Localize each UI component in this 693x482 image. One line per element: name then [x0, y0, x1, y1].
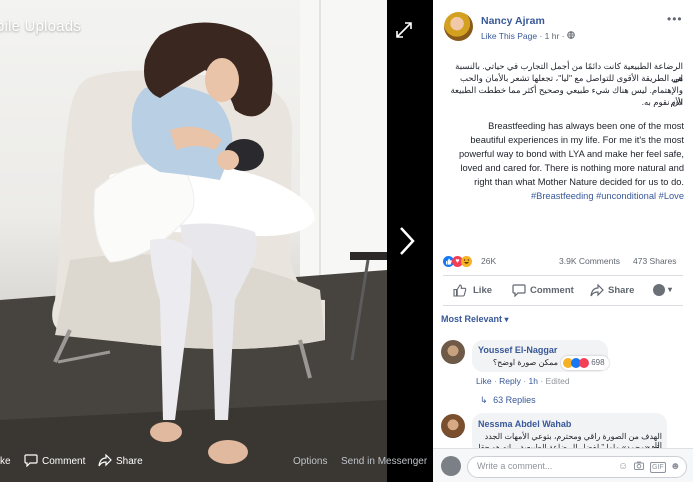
like-this-page-link[interactable]: Like This Page [481, 31, 537, 41]
reply-arrow-icon: ↳ [480, 395, 488, 405]
comment-time[interactable]: 1h [528, 376, 537, 386]
share-button[interactable]: Share [608, 285, 634, 296]
next-arrow-icon[interactable] [398, 226, 416, 261]
comment-reaction-count: 698 [591, 358, 605, 367]
comments-sort-label: Most Relevant [441, 314, 503, 324]
send-in-messenger-button[interactable]: Send in Messenger [341, 456, 427, 467]
comment-composer: Write a comment... ☺ GIF ☻ [433, 448, 693, 482]
hashtag-unconditional[interactable]: #unconditional [596, 191, 656, 201]
user-avatar [441, 456, 461, 476]
commenter-name[interactable]: Nessma Abdel Wahab [478, 419, 571, 429]
post-text-english: Breastfeeding has always been one of the… [452, 119, 684, 203]
hashtag-love[interactable]: #Love [659, 191, 684, 201]
photo-illustration [0, 0, 387, 482]
post-text-arabic-4: لأن نقوم به. [641, 97, 683, 107]
comment-like-link[interactable]: Like [476, 376, 492, 386]
expand-icon[interactable] [396, 22, 412, 43]
globe-icon [567, 31, 575, 41]
post-time[interactable]: 1 hr [545, 31, 560, 41]
share-icon[interactable] [98, 453, 112, 470]
viewer-action-bar: ke Comment Share Options Send in Messeng… [0, 446, 433, 482]
like-button[interactable]: Like [473, 285, 492, 296]
separator-dot: · [561, 31, 565, 41]
emoji-icon[interactable]: ☺ [618, 461, 628, 472]
shares-count[interactable]: 473 Shares [633, 256, 676, 266]
view-replies-link[interactable]: ↳ 63 Replies [480, 395, 536, 406]
post-actions-bar: Like Comment Share ▾ [433, 282, 693, 300]
page-name[interactable]: Nancy Ajram [481, 15, 545, 27]
post-english-body: Breastfeeding has always been one of the… [459, 121, 684, 187]
divider [443, 275, 683, 276]
viewer-like-button[interactable]: ke [0, 456, 11, 467]
reactions-summary: ♥ 26K 3.9K Comments 473 Shares [443, 255, 683, 269]
comment-icon[interactable] [512, 284, 526, 300]
comment-button[interactable]: Comment [530, 285, 574, 296]
comment-text: ممكن صورة اوضح؟ [492, 358, 558, 367]
separator-dot: · [539, 31, 543, 41]
haha-reaction-icon[interactable] [461, 256, 472, 267]
options-button[interactable]: Options [293, 456, 327, 467]
photo-viewer: bile Uploads ke Comment Share Options Se… [0, 0, 433, 482]
gif-icon[interactable]: GIF [650, 462, 666, 473]
post-text-arabic-2: هي الطريقة الأقوى للتواصل مع "ليا"، تجعل… [459, 73, 683, 83]
commenter-name[interactable]: Youssef El-Naggar [478, 345, 557, 355]
comment-reactions[interactable]: 698 [561, 356, 609, 370]
sticker-icon[interactable]: ☻ [670, 461, 681, 472]
comment-input[interactable]: Write a comment... ☺ GIF ☻ [467, 456, 687, 478]
post-side-panel: Nancy Ajram Like This Page · 1 hr · ••• … [433, 0, 693, 482]
commenter-avatar[interactable] [441, 414, 465, 438]
chevron-down-icon: ▾ [504, 315, 509, 324]
commenter-avatar[interactable] [441, 340, 465, 364]
viewer-comment-button[interactable]: Comment [42, 456, 85, 467]
comment-edited[interactable]: Edited [546, 376, 570, 386]
post-subline: Like This Page · 1 hr · [481, 31, 575, 41]
comment-reply-link[interactable]: Reply [499, 376, 521, 386]
reactions-count[interactable]: 26K [481, 256, 496, 266]
album-title[interactable]: bile Uploads [0, 18, 81, 35]
comments-count[interactable]: 3.9K Comments [559, 256, 620, 266]
chevron-down-icon[interactable]: ▾ [668, 285, 672, 294]
viewer-share-button[interactable]: Share [116, 456, 143, 467]
post-photo[interactable]: bile Uploads [0, 0, 387, 482]
actor-selector-avatar[interactable] [653, 284, 665, 296]
comment-input-placeholder: Write a comment... [477, 461, 553, 471]
share-icon[interactable] [590, 283, 604, 300]
divider [443, 305, 683, 306]
hashtag-breastfeeding[interactable]: #Breastfeeding [531, 191, 594, 201]
comments-sort-dropdown[interactable]: Most Relevant ▾ [441, 314, 509, 324]
camera-icon[interactable] [634, 461, 644, 473]
comment-icon[interactable] [24, 454, 38, 470]
like-icon[interactable] [453, 284, 467, 300]
comment-meta: Like · Reply · 1h · Edited [476, 376, 570, 386]
replies-count: 63 Replies [493, 395, 536, 405]
page-avatar[interactable] [444, 12, 473, 41]
more-options-icon[interactable]: ••• [667, 12, 683, 26]
love-reaction-icon [579, 357, 589, 368]
